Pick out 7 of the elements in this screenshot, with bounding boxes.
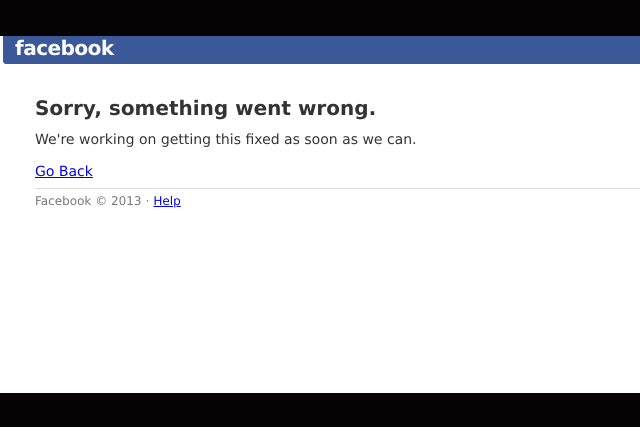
copyright-text: Facebook © 2013 <box>35 193 142 209</box>
error-message: We're working on getting this fixed as soon as we can. <box>35 131 418 149</box>
go-back-link[interactable]: Go Back <box>35 163 93 181</box>
logo[interactable]: facebook <box>15 38 114 58</box>
separator-dot: · <box>146 193 150 209</box>
help-link[interactable]: Help <box>153 193 181 209</box>
error-title: Sorry, something went wrong. <box>35 95 378 122</box>
